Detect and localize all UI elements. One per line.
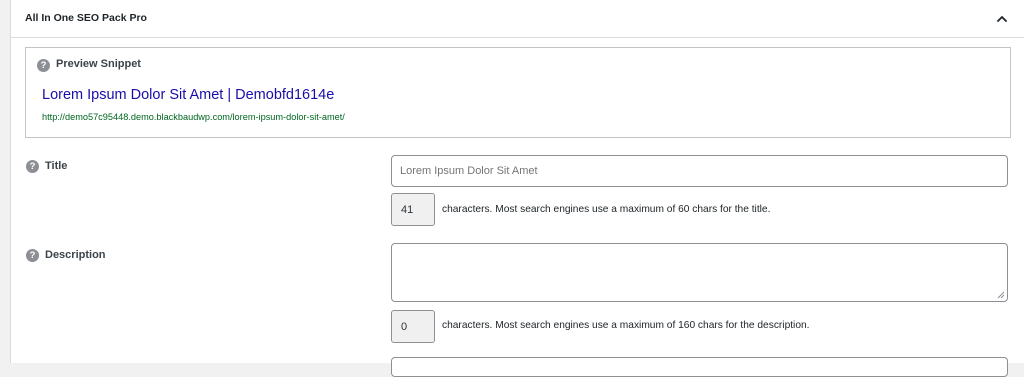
meta-box-title: All In One SEO Pack Pro [25, 12, 147, 24]
description-label: Description [45, 249, 106, 261]
snippet-title-link[interactable]: Lorem Ipsum Dolor Sit Amet | Demobfd1614… [42, 87, 334, 103]
snippet-url-link[interactable]: http://demo57c95448.demo.blackbaudwp.com… [42, 112, 345, 122]
next-field-input[interactable] [391, 357, 1008, 377]
preview-snippet-label: Preview Snippet [56, 58, 141, 70]
title-counter-text: characters. Most search engines use a ma… [442, 204, 771, 215]
resize-handle-icon[interactable] [997, 291, 1005, 299]
preview-snippet-box: ? Preview Snippet Lorem Ipsum Dolor Sit … [25, 47, 1011, 138]
help-icon[interactable]: ? [37, 59, 50, 72]
seo-meta-box: All In One SEO Pack Pro ? Preview Snippe… [10, 0, 1024, 377]
title-input[interactable] [391, 155, 1008, 187]
description-help-icon[interactable]: ? [26, 249, 39, 262]
title-char-counter [391, 193, 435, 226]
meta-box-header[interactable]: All In One SEO Pack Pro [11, 0, 1024, 38]
description-counter-text: characters. Most search engines use a ma… [442, 320, 810, 331]
chevron-up-icon[interactable] [995, 12, 1009, 26]
description-char-counter [391, 310, 435, 343]
title-label: Title [45, 160, 68, 172]
description-textarea[interactable] [391, 243, 1008, 302]
title-help-icon[interactable]: ? [26, 160, 39, 173]
